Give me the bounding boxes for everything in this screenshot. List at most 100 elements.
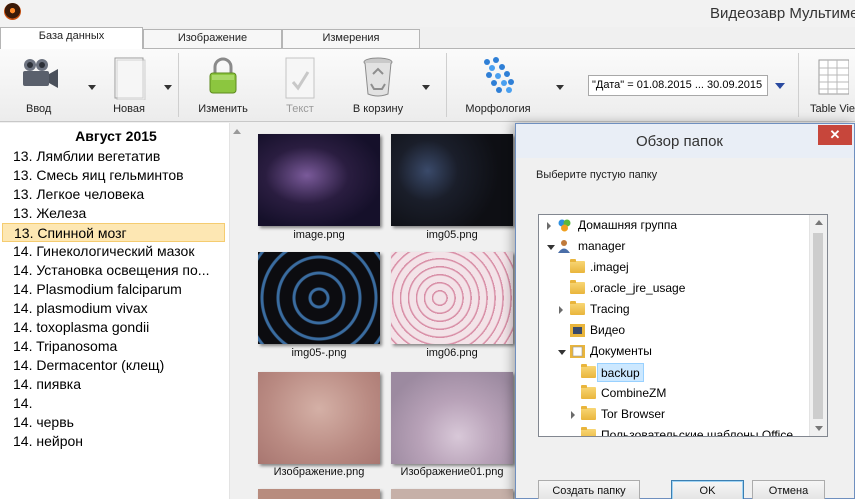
- new-dropdown-icon[interactable]: [164, 85, 172, 90]
- list-item[interactable]: 14. червь: [2, 413, 225, 432]
- tree-node-label: Пользовательские шаблоны Office: [601, 428, 793, 437]
- list-item[interactable]: 14. Dermacentor (клещ): [2, 356, 225, 375]
- collapse-icon[interactable]: [558, 350, 566, 355]
- morphology-label: Морфология: [465, 103, 531, 115]
- tree-node-label: manager: [578, 239, 626, 253]
- list-item[interactable]: 13. Железа: [2, 204, 225, 223]
- list-item[interactable]: 14. нейрон: [2, 432, 225, 451]
- thumbnail-caption: Изображение01.png: [400, 466, 504, 478]
- video-folder-icon: [570, 324, 585, 337]
- thumbnail-image[interactable]: [258, 372, 380, 464]
- tree-node-label: Видео: [590, 323, 626, 337]
- table-view-label: Table Vie: [810, 103, 855, 115]
- list-item[interactable]: 14. toxoplasma gondii: [2, 318, 225, 337]
- dialog-title-bar: Обзор папок ✕: [516, 124, 854, 158]
- input-dropdown-icon[interactable]: [88, 85, 96, 90]
- list-item[interactable]: 14. plasmodium vivax: [2, 299, 225, 318]
- morphology-button[interactable]: Морфология: [456, 53, 540, 119]
- thumbnail-caption: img05.png: [426, 229, 478, 241]
- record-list: Август 2015 13. Лямблии вегетатив 13. См…: [0, 123, 244, 499]
- list-item[interactable]: 14. пиявка: [2, 375, 225, 394]
- expand-icon[interactable]: [571, 411, 575, 419]
- tree-node-combinezm[interactable]: CombineZM: [539, 384, 807, 403]
- tab-database[interactable]: База данных: [0, 27, 143, 49]
- thumbnail-image[interactable]: [391, 372, 513, 464]
- expand-icon[interactable]: [547, 222, 551, 230]
- list-item[interactable]: 13. Лямблии вегетатив: [2, 147, 225, 166]
- tree-node-label: CombineZM: [601, 386, 667, 400]
- new-label: Новая: [113, 103, 145, 115]
- tree-node-oracle[interactable]: .oracle_jre_usage: [539, 279, 807, 298]
- filter-dropdown-icon[interactable]: [775, 83, 785, 89]
- cancel-button[interactable]: Отмена: [752, 480, 825, 499]
- tree-node-label: Документы: [590, 344, 652, 358]
- app-icon[interactable]: [4, 3, 21, 20]
- thumbnail-image[interactable]: [258, 489, 380, 499]
- table-view-button[interactable]: Table Vie: [808, 53, 855, 119]
- collapse-icon[interactable]: [547, 245, 555, 250]
- tree-node-label: .imagej: [590, 260, 629, 274]
- new-button[interactable]: Новая: [100, 53, 158, 119]
- thumbnail-grid: image.png img05.png img05-.png img06.png…: [245, 123, 517, 499]
- tab-measurements[interactable]: Измерения: [282, 29, 420, 48]
- list-item-selected[interactable]: 13. Спинной мозг: [2, 223, 225, 242]
- scroll-up-icon[interactable]: [815, 220, 823, 225]
- folder-tree[interactable]: Домашняя группа manager .imagej .oracle_…: [538, 214, 828, 437]
- list-scrollbar[interactable]: [229, 123, 244, 499]
- window-title: Видеозавр Мультиме: [710, 5, 855, 22]
- list-item[interactable]: 14. Установка освещения по...: [2, 261, 225, 280]
- folder-icon: [570, 301, 585, 315]
- list-item[interactable]: 14. Гинекологический мазок: [2, 242, 225, 261]
- scroll-down-icon[interactable]: [815, 426, 823, 431]
- thumbnail-image[interactable]: [391, 252, 513, 344]
- list-item[interactable]: 14. Tripanosoma: [2, 337, 225, 356]
- list-item[interactable]: 14.: [2, 394, 225, 413]
- list-item[interactable]: 13. Смесь яиц гельминтов: [2, 166, 225, 185]
- create-folder-button[interactable]: Создать папку: [538, 480, 640, 499]
- tree-node-label: Домашняя группа: [578, 218, 678, 232]
- tree-node-label: backup: [597, 363, 644, 382]
- trash-button[interactable]: В корзину: [342, 53, 414, 119]
- tree-node-video[interactable]: Видео: [539, 321, 807, 340]
- tree-node-documents[interactable]: Документы: [539, 342, 807, 361]
- list-item[interactable]: 13. Легкое человека: [2, 185, 225, 204]
- recycle-bin-icon: [363, 57, 393, 97]
- tree-node-office-templates[interactable]: Пользовательские шаблоны Office: [539, 426, 807, 437]
- thumbnail-image[interactable]: [258, 134, 380, 226]
- tree-node-label: .oracle_jre_usage: [590, 281, 686, 295]
- list-item[interactable]: 14. Plasmodium falciparum: [2, 280, 225, 299]
- ribbon-separator: [798, 53, 799, 117]
- tree-node-backup-selected[interactable]: backup: [539, 363, 807, 382]
- edit-label: Изменить: [198, 103, 248, 115]
- tab-image[interactable]: Изображение: [143, 29, 282, 48]
- tree-node-imagej[interactable]: .imagej: [539, 258, 807, 277]
- list-month-header: Август 2015: [75, 128, 157, 144]
- text-button[interactable]: Текст: [272, 53, 328, 119]
- scroll-up-icon[interactable]: [233, 129, 241, 134]
- tree-scrollbar[interactable]: [809, 215, 827, 436]
- tree-node-tor-browser[interactable]: Tor Browser: [539, 405, 807, 424]
- input-button[interactable]: Ввод: [6, 53, 74, 119]
- video-camera-icon: [23, 59, 58, 88]
- thumbnail-image[interactable]: [391, 134, 513, 226]
- text-document-icon: [285, 57, 315, 99]
- close-icon[interactable]: ✕: [818, 125, 852, 145]
- edit-button[interactable]: Изменить: [188, 53, 258, 119]
- morphology-dropdown-icon[interactable]: [556, 85, 564, 90]
- thumbnail-image[interactable]: [258, 252, 380, 344]
- tree-node-homegroup[interactable]: Домашняя группа: [539, 216, 807, 235]
- scroll-thumb[interactable]: [813, 233, 823, 419]
- expand-icon[interactable]: [559, 306, 563, 314]
- new-document-icon: [114, 57, 146, 100]
- tree-node-tracing[interactable]: Tracing: [539, 300, 807, 319]
- homegroup-icon: [558, 219, 571, 232]
- title-bar: Видеозавр Мультиме: [0, 0, 855, 27]
- trash-dropdown-icon[interactable]: [422, 85, 430, 90]
- ribbon-toolbar: Ввод Новая Изменить Текст В корзину Морф…: [0, 48, 855, 122]
- ok-button[interactable]: OK: [671, 480, 744, 499]
- date-filter-field[interactable]: "Дата" = 01.08.2015 ... 30.09.2015: [588, 75, 768, 96]
- tree-node-manager[interactable]: manager: [539, 237, 807, 256]
- thumbnail-caption: image.png: [293, 229, 345, 241]
- thumbnail-image[interactable]: [391, 489, 513, 499]
- trash-label: В корзину: [352, 103, 404, 115]
